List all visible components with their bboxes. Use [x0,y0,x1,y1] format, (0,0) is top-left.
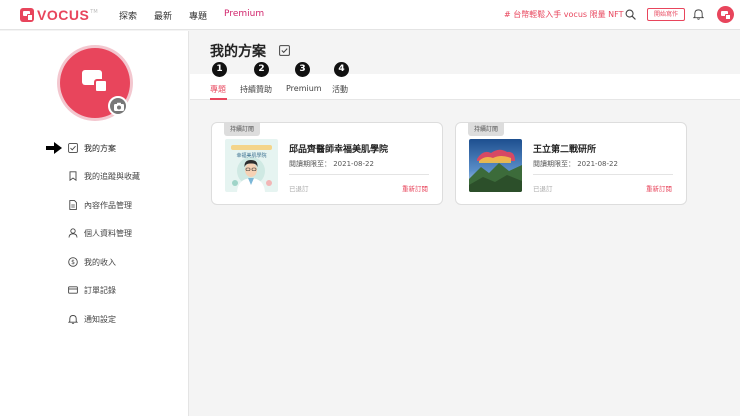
sidebar-item-label: 我的追蹤與收藏 [84,171,140,181]
card-divider [533,174,673,175]
annotation-badge-3: 3 [295,62,310,77]
tab-topics[interactable]: 專題 [210,84,226,95]
subscription-tag: 持續訂閱 [468,123,504,136]
document-icon [69,200,77,210]
card-expiry-date: 閱讀期限至： 2021-08-22 [289,160,374,168]
nav-premium[interactable]: Premium [224,9,264,22]
top-bar: VOCUS TM 探索 最新 專題 Premium # 台幣輕鬆入手 vocus… [0,0,740,30]
camera-icon [114,102,124,111]
logo-tm: TM [90,8,98,15]
sidebar-item-income[interactable]: $ 我的收入 [68,255,116,269]
card-thumbnail: 幸福美肌學院 [225,139,278,192]
sidebar-item-label: 訂單記錄 [84,285,116,295]
svg-text:$: $ [71,259,75,266]
resubscribe-link[interactable]: 重新訂閱 [646,183,672,193]
sidebar-item-notifications[interactable]: 通知設定 [68,312,116,326]
tab-sponsorship[interactable]: 持續贊助 [240,84,272,95]
sidebar-item-label: 個人資料管理 [84,228,132,238]
thumb-title: 幸福美肌學院 [236,152,266,159]
tab-events[interactable]: 活動 [332,84,348,95]
subscription-tag: 持續訂閱 [224,123,260,136]
sidebar-item-content[interactable]: 內容作品管理 [68,198,132,212]
user-icon [68,228,78,238]
main-nav: 探索 最新 專題 Premium [119,9,281,22]
page-title: 我的方案 [210,44,266,60]
bookmark-icon [69,171,77,181]
card-expiry-date: 閱讀期限至： 2021-08-22 [533,160,618,168]
war-research-cover-image [469,139,522,192]
check-square-icon [68,143,78,153]
active-tab-indicator [210,98,227,100]
annotation-badge-4: 4 [334,62,349,77]
resubscribe-link[interactable]: 重新訂閱 [402,183,428,193]
user-avatar[interactable] [717,6,734,23]
annotation-badge-1: 1 [212,62,227,77]
logo-mark-icon [20,8,34,22]
sidebar-item-label: 我的收入 [84,257,116,267]
arrow-right-icon [46,142,62,154]
bell-icon [68,315,78,324]
vocus-logo[interactable]: VOCUS TM [20,7,98,23]
subscription-card[interactable]: 持續訂閱 王立第二戰研所 閱讀期限至： 2021-08-22 已退訂 重新訂閱 [455,122,687,205]
sidebar-item-orders[interactable]: 訂單記錄 [68,283,116,297]
card-title[interactable]: 王立第二戰研所 [533,142,596,155]
tabs-bar [190,74,740,100]
logo-text: VOCUS [37,7,90,23]
sidebar-item-label: 通知設定 [84,314,116,324]
notification-bell-icon[interactable] [693,8,704,20]
dollar-circle-icon: $ [68,257,78,267]
change-avatar-button[interactable] [108,96,128,116]
nav-topics[interactable]: 專題 [189,9,207,22]
card-title[interactable]: 邱品齊醫師幸福美肌學院 [289,142,388,155]
start-writing-button[interactable]: 開始寫作 [647,8,685,21]
nav-explore[interactable]: 探索 [119,9,137,22]
nft-promo-link[interactable]: # 台幣輕鬆入手 vocus 限量 NFT [504,9,623,20]
nav-latest[interactable]: 最新 [154,9,172,22]
card-status: 已退訂 [533,185,553,193]
card-divider [289,174,429,175]
sidebar-item-label: 內容作品管理 [84,200,132,210]
search-icon[interactable] [625,9,636,20]
sidebar [0,31,189,416]
doctor-illustration-image: 幸福美肌學院 [225,139,278,192]
tab-premium[interactable]: Premium [286,84,322,93]
subscription-card[interactable]: 持續訂閱 幸福美肌學院 邱品齊醫師幸福美肌學院 閱讀期限至： 2021-08-2… [211,122,443,205]
sidebar-item-follows[interactable]: 我的追蹤與收藏 [68,169,140,183]
card-status: 已退訂 [289,185,309,193]
annotation-badge-2: 2 [254,62,269,77]
credit-card-icon [68,286,78,294]
sidebar-item-profile[interactable]: 個人資料管理 [68,226,132,240]
sidebar-item-my-plan[interactable]: 我的方案 [68,141,116,155]
check-square-icon [279,45,290,56]
card-thumbnail [469,139,522,192]
avatar-logo-shape [94,79,108,93]
sidebar-item-label: 我的方案 [84,143,116,153]
